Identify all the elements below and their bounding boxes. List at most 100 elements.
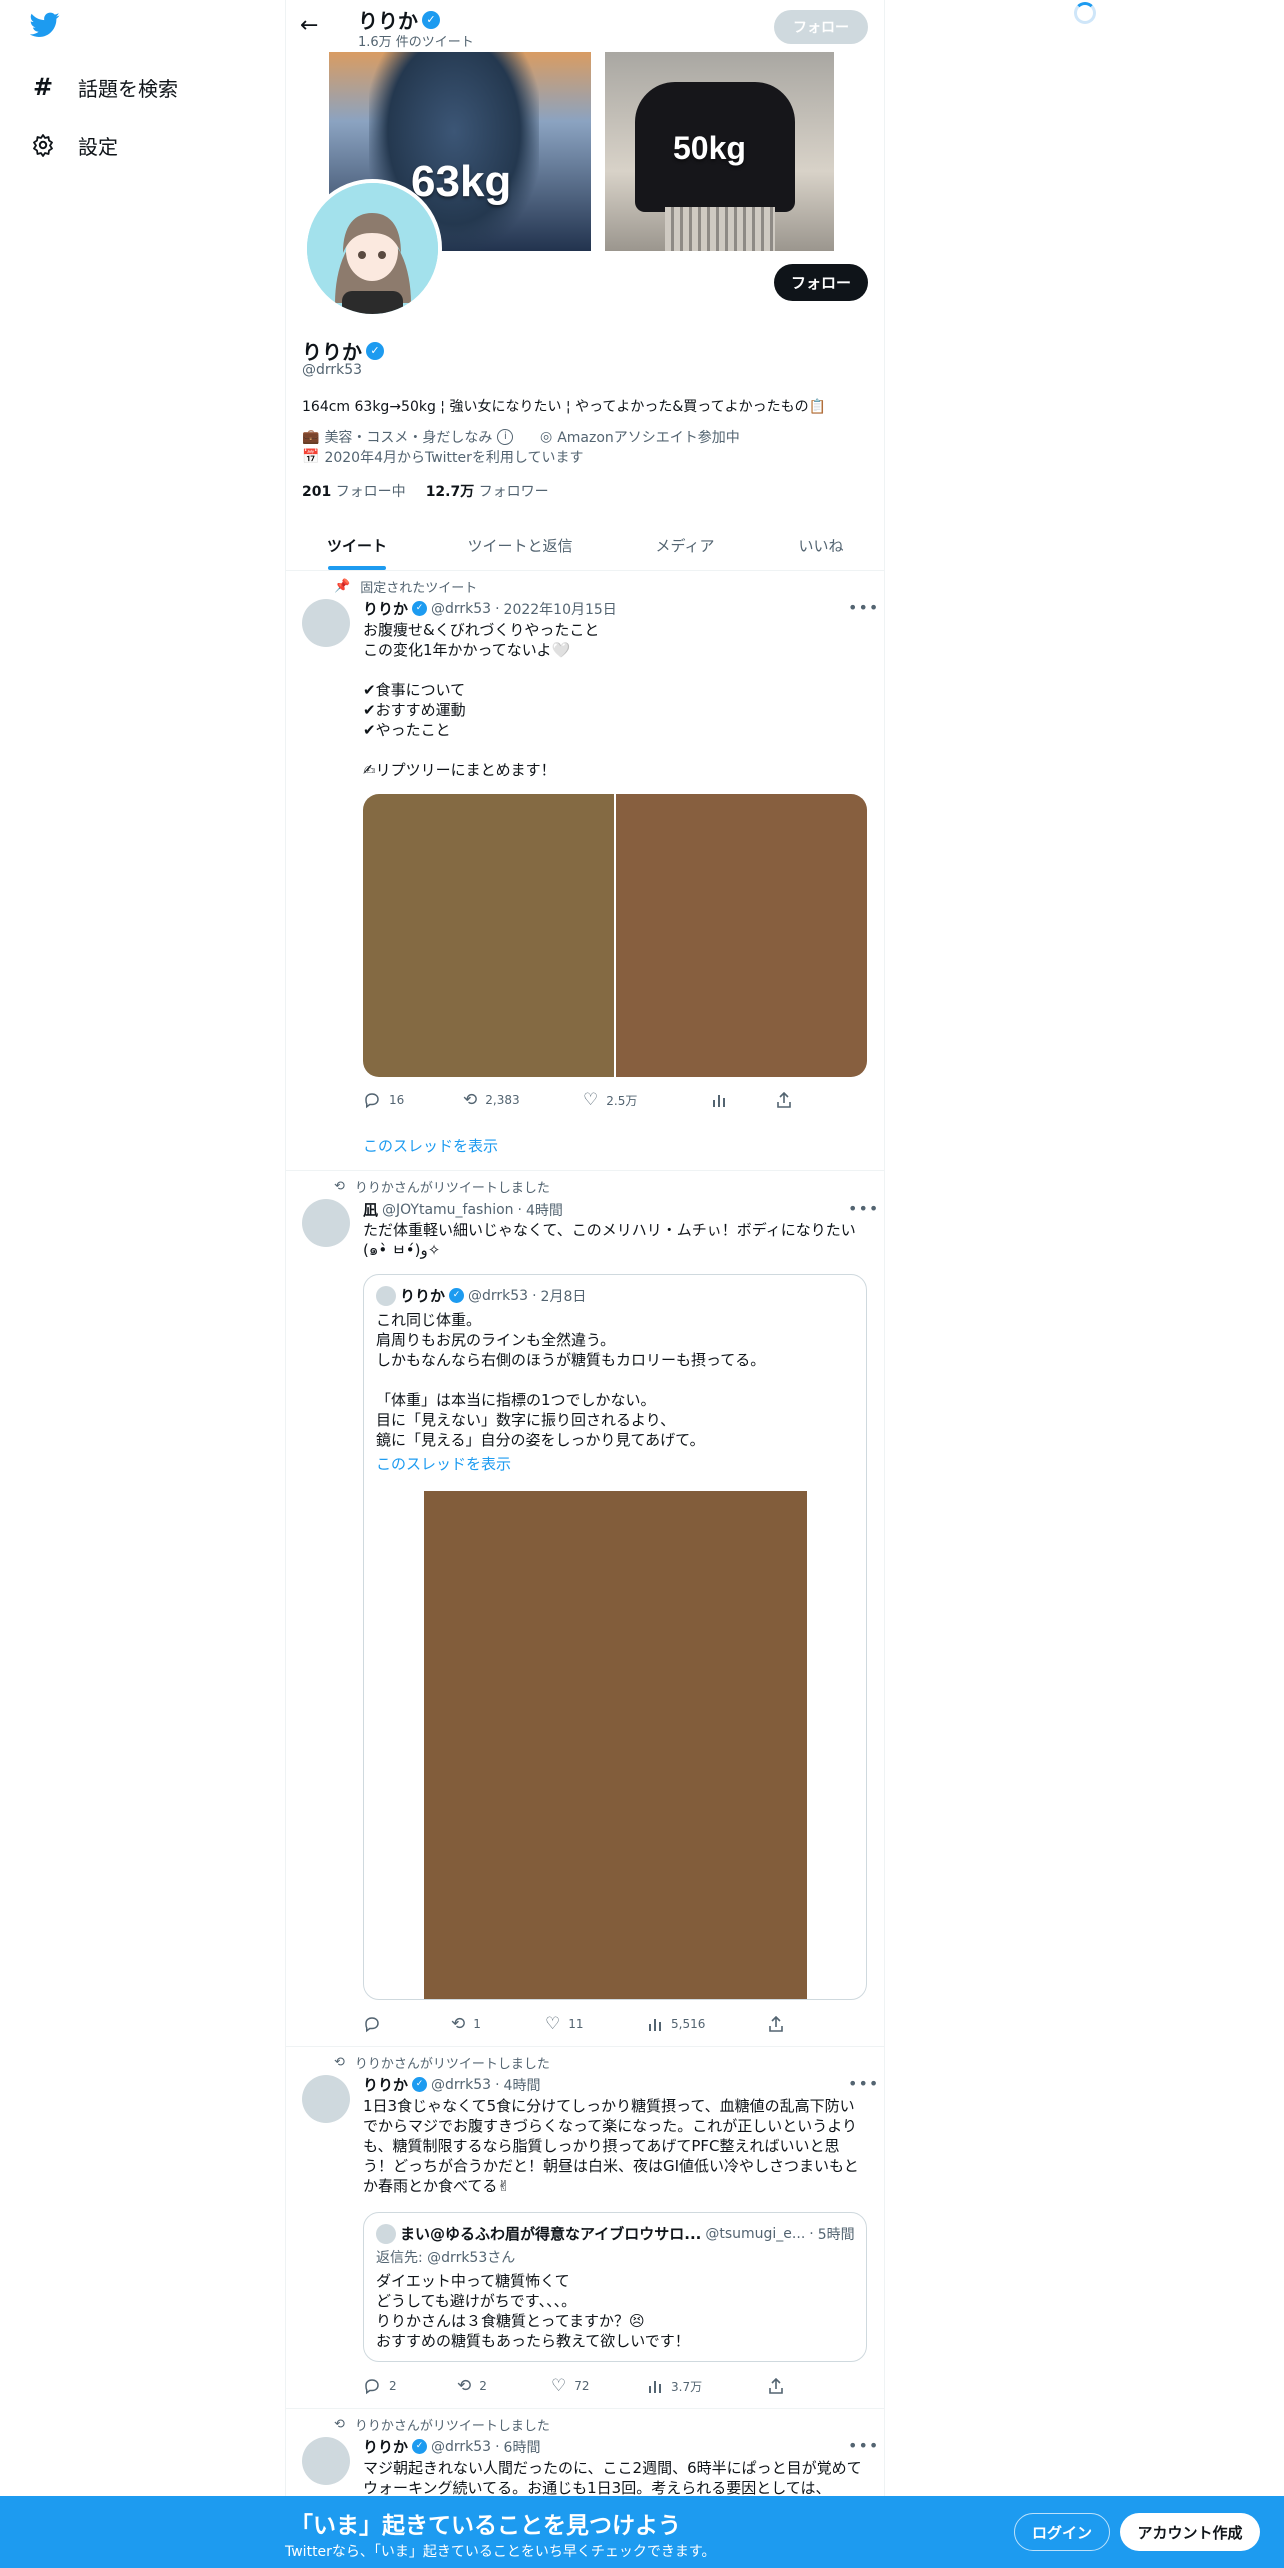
- retweet-social-context: ⟲ りりかさんがリツイートしました: [334, 1177, 550, 1196]
- tweet-time[interactable]: 4時間: [526, 1200, 563, 1220]
- tweet-author-name[interactable]: りりか: [363, 2436, 408, 2457]
- pinned-text: 固定されたツイート: [360, 581, 478, 596]
- calendar-icon: 📅: [302, 449, 320, 465]
- retweet-button[interactable]: ⟲ 2: [457, 2376, 551, 2396]
- profile-avatar[interactable]: [303, 179, 442, 318]
- followers-link[interactable]: 12.7万 フォロワー: [426, 481, 549, 501]
- profile-follow-button[interactable]: フォロー: [774, 264, 868, 301]
- header-name-text: りりか: [358, 9, 418, 33]
- tweet-header: りりか ✓ @drrk53 · 6時間: [363, 2436, 540, 2457]
- reply-button[interactable]: 2: [363, 2377, 457, 2395]
- retweet-button[interactable]: ⟲ 2,383: [463, 1090, 583, 1110]
- quoted-show-thread-link[interactable]: このスレッドを表示: [376, 1453, 511, 1474]
- show-thread-link[interactable]: このスレッドを表示: [363, 1135, 498, 1156]
- retweet-icon: ⟲: [463, 1090, 478, 1110]
- retweet-icon: ⟲: [457, 2376, 472, 2396]
- quoted-tweet[interactable]: まい@ゆるふわ眉が得意なアイブロウサロ... @tsumugi_e... · 5…: [363, 2212, 867, 2362]
- following-link[interactable]: 201 フォロー中: [302, 481, 406, 501]
- tweet-author-name[interactable]: りりか: [363, 2074, 408, 2095]
- separator-dot: ·: [495, 600, 500, 617]
- tweet-media-image-2[interactable]: [616, 794, 867, 1077]
- separator-dot: ·: [809, 2225, 814, 2242]
- retweet-count: 2: [479, 2379, 487, 2393]
- header-tweet-count: 1.6万 件のツイート: [358, 35, 474, 50]
- tab-tweets-replies[interactable]: ツイートと返信: [428, 520, 612, 570]
- tweet-avatar[interactable]: [302, 2075, 350, 2123]
- retweet-count: 1: [473, 2017, 481, 2031]
- share-button[interactable]: [776, 1092, 792, 1108]
- more-options-icon[interactable]: •••: [848, 2074, 879, 2093]
- quoted-tweet[interactable]: りりか ✓ @drrk53 · 2月8日 これ同じ体重。 肩周りもお尻のラインも…: [363, 1274, 867, 2000]
- quoted-author-name: りりか: [400, 1287, 446, 1305]
- nav-explore-label: 話題を検索: [78, 76, 178, 101]
- like-button[interactable]: ♡ 11: [545, 2014, 647, 2034]
- tweet-media-image-1[interactable]: [363, 794, 614, 1077]
- info-icon[interactable]: i: [497, 429, 514, 445]
- tweet-header: りりか ✓ @drrk53 · 4時間: [363, 2074, 540, 2095]
- reply-button[interactable]: 16: [363, 1091, 463, 1109]
- tweet-text: 1日3食じゃなくて5食に分けてしっかり糖質摂って、血糖値の乱高下防いでからマジで…: [363, 2097, 859, 2195]
- more-options-icon[interactable]: •••: [848, 598, 879, 617]
- tweet-time[interactable]: 2022年10月15日: [504, 599, 617, 619]
- retweet-icon: ⟲: [334, 2417, 345, 2432]
- tweet-text: お腹痩せ&くびれづくりやったこと この変化1年かかってないよ🤍 ✔食事について …: [363, 621, 600, 779]
- nav-settings-label: 設定: [78, 134, 118, 159]
- heart-icon: ♡: [545, 2014, 561, 2034]
- back-arrow-icon[interactable]: ←: [300, 14, 324, 38]
- tweet-time[interactable]: 4時間: [504, 2075, 541, 2095]
- quoted-avatar: [376, 2223, 396, 2244]
- nav-explore[interactable]: # 話題を検索: [30, 67, 178, 107]
- signup-button[interactable]: アカウント作成: [1120, 2513, 1260, 2551]
- heart-icon: ♡: [551, 2376, 567, 2396]
- views-button[interactable]: 3.7万: [647, 2378, 768, 2395]
- tweet-actions: ⟲ 1 ♡ 11 5,516: [363, 2014, 784, 2034]
- reply-icon: [365, 2017, 379, 2033]
- tweet-actions: 16 ⟲ 2,383 ♡ 2.5万: [363, 1090, 792, 1110]
- tweet-author-name[interactable]: りりか: [363, 598, 408, 619]
- retweet-icon: ⟲: [451, 2014, 466, 2034]
- like-button[interactable]: ♡ 72: [551, 2376, 647, 2396]
- tweet-media[interactable]: [363, 794, 867, 1077]
- reply-count: 2: [389, 2379, 397, 2393]
- social-context-text[interactable]: りりかさんがリツイートしました: [355, 2053, 550, 2072]
- header-follow-button[interactable]: フォロー: [774, 10, 868, 44]
- profile-category-text: 美容・コスメ・身だしなみ: [324, 430, 493, 446]
- tweet-author-handle: @drrk53: [431, 2438, 492, 2455]
- tweet-author-name[interactable]: 凪: [363, 1199, 378, 1220]
- views-button[interactable]: 5,516: [647, 2016, 768, 2032]
- share-button[interactable]: [768, 2378, 784, 2394]
- verified-badge-icon: ✓: [412, 2439, 428, 2454]
- tab-media[interactable]: メディア: [612, 520, 758, 570]
- more-options-icon[interactable]: •••: [848, 2436, 879, 2455]
- tab-tweets[interactable]: ツイート: [286, 520, 428, 570]
- briefcase-icon: 💼: [302, 429, 320, 445]
- hashtag-icon: #: [32, 73, 54, 101]
- tweet-avatar[interactable]: [302, 599, 350, 647]
- views-icon: [649, 2381, 661, 2393]
- pinned-label: 📌 固定されたツイート: [334, 577, 477, 596]
- quoted-media-image[interactable]: [424, 1491, 807, 1999]
- login-button[interactable]: ログイン: [1014, 2513, 1110, 2551]
- divider: [286, 2046, 884, 2047]
- more-options-icon[interactable]: •••: [848, 1199, 879, 1218]
- twitter-logo-icon[interactable]: [29, 12, 68, 44]
- share-button[interactable]: [768, 2016, 784, 2032]
- views-button[interactable]: [711, 1092, 776, 1108]
- social-context-text[interactable]: りりかさんがリツイートしました: [355, 1177, 550, 1196]
- reply-button[interactable]: [363, 2015, 451, 2033]
- retweet-button[interactable]: ⟲ 1: [451, 2014, 545, 2034]
- profile-name-text: りりか: [302, 340, 362, 364]
- like-count: 2.5万: [606, 1093, 638, 1108]
- signup-banner-subtext: Twitterなら、「いま」起きていることをいち早くチェックできます。: [285, 2544, 716, 2560]
- tweet-avatar[interactable]: [302, 1199, 350, 1247]
- retweet-count: 2,383: [485, 1093, 520, 1107]
- tab-likes[interactable]: いいね: [758, 520, 884, 570]
- tweet-time[interactable]: 6時間: [504, 2437, 541, 2457]
- tweet-avatar[interactable]: [302, 2437, 350, 2485]
- like-button[interactable]: ♡ 2.5万: [583, 1090, 711, 1110]
- tweet-author-handle: @drrk53: [431, 2076, 492, 2093]
- reply-count: 16: [389, 1093, 405, 1107]
- retweet-icon: ⟲: [334, 1179, 345, 1194]
- nav-settings[interactable]: 設定: [30, 125, 118, 165]
- social-context-text[interactable]: りりかさんがリツイートしました: [355, 2415, 550, 2434]
